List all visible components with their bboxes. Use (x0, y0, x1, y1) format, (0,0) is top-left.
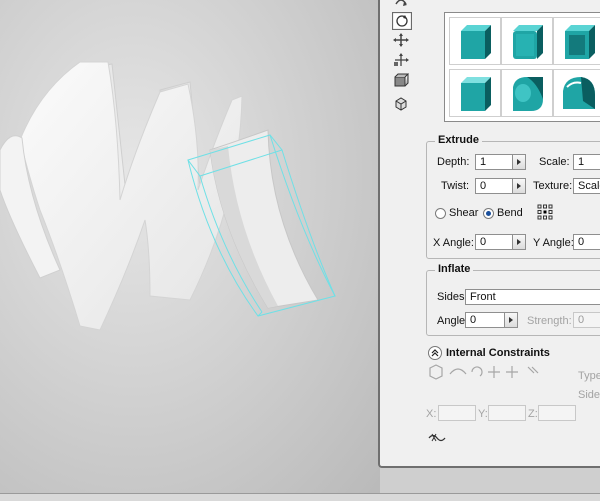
angle-label: Angle: (437, 315, 469, 327)
preset-sphere-cube[interactable] (553, 69, 600, 117)
3d-text-object[interactable] (0, 0, 380, 500)
y-angle-label: Y Angle: (533, 237, 574, 249)
sides-dropdown[interactable]: Front (465, 289, 600, 305)
z-coord-label: Z: (528, 408, 538, 420)
twist-label: Twist: (441, 180, 470, 192)
angle-spinner-icon[interactable] (505, 312, 518, 328)
x-angle-spinner-icon[interactable] (513, 234, 526, 250)
x-coord-label: X: (426, 408, 437, 420)
angle-field[interactable]: 0 (465, 312, 505, 328)
x-angle-field[interactable]: 0 (475, 234, 513, 250)
extrude-title: Extrude (435, 134, 482, 146)
bend-radio[interactable] (483, 208, 494, 219)
depth-field[interactable]: 1 (475, 154, 513, 170)
y-angle-field[interactable]: 0 (573, 234, 600, 250)
preset-beveled-cube[interactable] (501, 17, 553, 65)
side-label: Side: (578, 389, 600, 401)
x-angle-label: X Angle: (433, 237, 474, 249)
mesh-icon[interactable] (392, 72, 410, 88)
texture-dropdown[interactable]: Scale (573, 178, 600, 194)
tool-column (380, 0, 420, 120)
collapse-chevron-icon[interactable] (428, 346, 442, 360)
3d-properties-panel: Extrude Depth: 1 Scale: 1 Twist: 0 Textu… (378, 0, 600, 468)
y-coord-label: Y: (478, 408, 488, 420)
preset-frame-cube[interactable] (553, 17, 600, 65)
canvas-3d-view[interactable] (0, 0, 380, 500)
inflate-group: Inflate Sides: Front Angle: 0 Strength: … (426, 263, 600, 336)
rotate-icon[interactable] (392, 12, 412, 30)
z-coord-field[interactable] (538, 405, 576, 421)
shear-label[interactable]: Shear (449, 207, 478, 219)
constraint-tools (428, 364, 548, 380)
texture-label: Texture: (533, 180, 573, 192)
preset-flat-cube[interactable] (449, 69, 501, 117)
preset-shapes-grid (444, 12, 600, 122)
pan-icon[interactable] (392, 32, 410, 48)
inflate-title: Inflate (435, 263, 474, 275)
cube-icon[interactable] (392, 96, 410, 112)
strength-field[interactable]: 0 (573, 312, 600, 328)
extrude-group: Extrude Depth: 1 Scale: 1 Twist: 0 Textu… (426, 134, 600, 259)
sides-label: Sides: (437, 291, 468, 303)
twist-field[interactable]: 0 (475, 178, 513, 194)
anchor-point-icon[interactable] (537, 204, 553, 220)
preset-inflated-cube[interactable] (501, 69, 553, 117)
scale-field[interactable]: 1 (573, 154, 600, 170)
x-coord-field[interactable] (438, 405, 476, 421)
scale-icon[interactable] (392, 52, 410, 68)
strength-label: Strength: (527, 315, 572, 327)
type-label: Type: (578, 370, 600, 382)
shear-radio[interactable] (435, 208, 446, 219)
y-coord-field[interactable] (488, 405, 526, 421)
preset-cube[interactable] (449, 17, 501, 65)
depth-spinner-icon[interactable] (513, 154, 526, 170)
bend-label[interactable]: Bend (497, 207, 523, 219)
twist-spinner-icon[interactable] (513, 178, 526, 194)
move-icon[interactable] (392, 0, 410, 10)
depth-label: Depth: (437, 156, 470, 168)
internal-constraints-title: Internal Constraints (446, 347, 550, 359)
delete-constraint-icon[interactable] (428, 432, 446, 444)
scale-label: Scale: (539, 156, 570, 168)
